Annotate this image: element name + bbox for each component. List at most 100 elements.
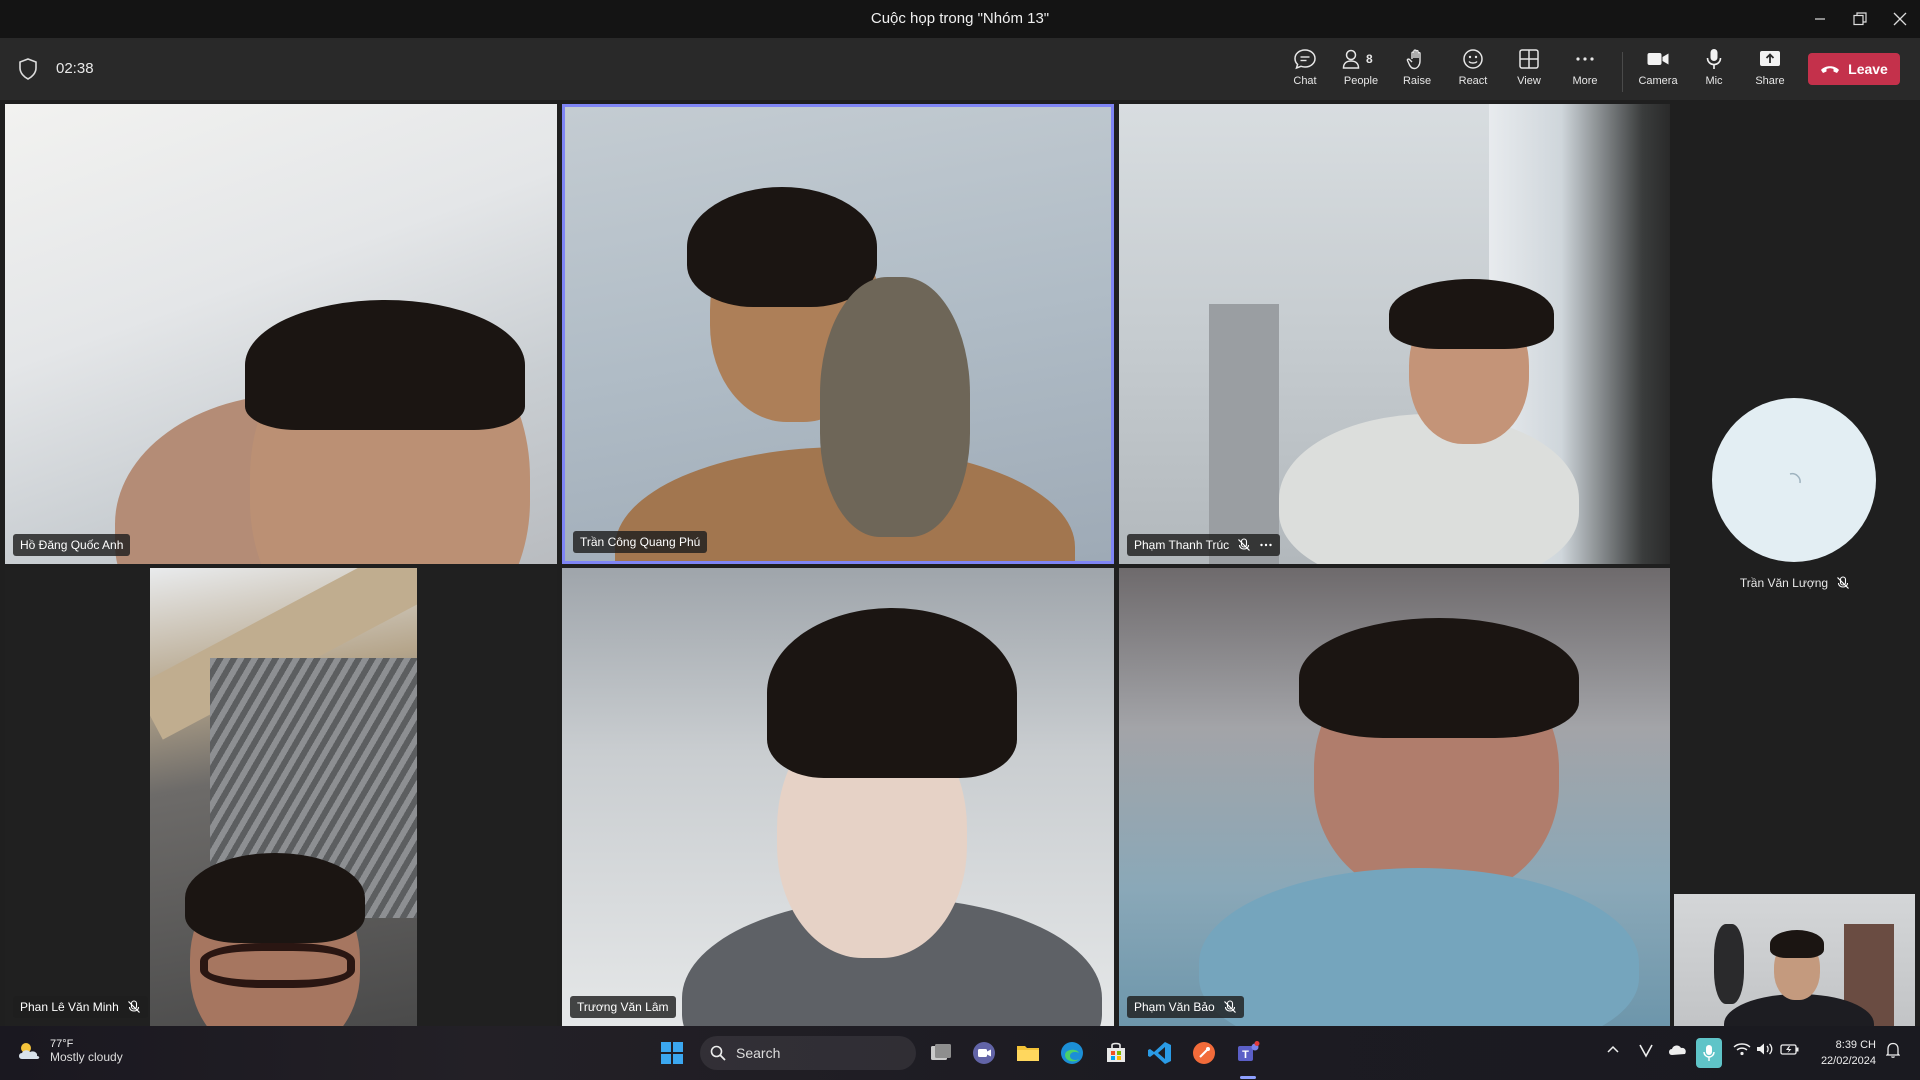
participant-hair bbox=[185, 853, 365, 943]
teams-icon: T bbox=[1238, 1041, 1260, 1061]
participant-name: Phạm Văn Bảo bbox=[1134, 1000, 1215, 1014]
taskbar-search[interactable]: Search bbox=[700, 1036, 916, 1070]
wifi-icon bbox=[1733, 1043, 1751, 1056]
video-tile-active-speaker[interactable]: Trần Công Quang Phú bbox=[562, 104, 1114, 564]
raise-label: Raise bbox=[1402, 75, 1432, 87]
tray-app[interactable] bbox=[1638, 1042, 1654, 1061]
room-shelf bbox=[1209, 304, 1279, 564]
battery-charging-icon bbox=[1780, 1044, 1799, 1055]
camera-button[interactable]: Camera bbox=[1630, 48, 1686, 94]
side-participant-label: Trần Văn Lượng bbox=[1700, 576, 1890, 590]
people-button[interactable]: 8 People bbox=[1333, 48, 1389, 94]
notifications-button[interactable] bbox=[1885, 1042, 1901, 1061]
participant-name: Phan Lê Văn Minh bbox=[20, 1000, 119, 1014]
meet-icon bbox=[973, 1042, 995, 1064]
raise-hand-button[interactable]: Raise bbox=[1389, 48, 1445, 94]
vscode-icon bbox=[1148, 1042, 1171, 1064]
video-tile[interactable]: Hồ Đăng Quốc Anh bbox=[5, 104, 557, 564]
chevron-up-icon bbox=[1607, 1045, 1619, 1053]
grid-view-icon bbox=[1519, 49, 1539, 69]
more-button[interactable]: More bbox=[1557, 48, 1613, 94]
task-view-icon bbox=[931, 1044, 951, 1060]
volume-button[interactable] bbox=[1756, 1042, 1774, 1059]
teams-button[interactable]: T bbox=[1235, 1040, 1261, 1066]
clock-time: 8:39 CH bbox=[1835, 1039, 1876, 1051]
hang-up-icon bbox=[1821, 66, 1840, 73]
close-button[interactable] bbox=[1880, 0, 1920, 38]
participant-name: Trương Văn Lâm bbox=[577, 1000, 669, 1014]
minimize-button[interactable] bbox=[1800, 0, 1840, 38]
more-label: More bbox=[1572, 75, 1598, 87]
meet-app-button[interactable] bbox=[971, 1040, 997, 1066]
mic-off-icon bbox=[127, 1000, 140, 1013]
share-button[interactable]: Share bbox=[1742, 48, 1798, 94]
chat-icon bbox=[1294, 49, 1316, 70]
participant-name-chip: Phạm Văn Bảo bbox=[1127, 996, 1244, 1018]
video-tile[interactable]: Phạm Văn Bảo bbox=[1119, 568, 1670, 1026]
video-tile[interactable]: Phạm Thanh Trúc bbox=[1119, 104, 1670, 564]
network-button[interactable] bbox=[1733, 1042, 1751, 1059]
video-tile[interactable]: Phan Lê Văn Minh bbox=[5, 568, 557, 1026]
people-count: 8 bbox=[1366, 52, 1373, 66]
participant-name-chip: Trần Công Quang Phú bbox=[573, 531, 708, 553]
video-tile[interactable]: Trương Văn Lâm bbox=[562, 568, 1114, 1026]
mic-button[interactable]: Mic bbox=[1686, 48, 1742, 94]
active-app-indicator bbox=[1240, 1076, 1256, 1079]
file-explorer-button[interactable] bbox=[1015, 1040, 1041, 1066]
onedrive-button[interactable] bbox=[1667, 1042, 1687, 1059]
meeting-timer: 02:38 bbox=[56, 60, 94, 77]
participant-video-frame bbox=[150, 568, 417, 1026]
vscode-button[interactable] bbox=[1147, 1040, 1173, 1066]
store-button[interactable] bbox=[1103, 1040, 1129, 1066]
smiley-icon bbox=[1463, 49, 1483, 69]
weather-condition: Mostly cloudy bbox=[50, 1050, 123, 1064]
more-options-icon[interactable] bbox=[1259, 538, 1273, 552]
participant-hair bbox=[1299, 618, 1579, 738]
participant-name: Trần Công Quang Phú bbox=[580, 535, 701, 549]
cloud-icon bbox=[1669, 1045, 1686, 1055]
participant-hair bbox=[1389, 279, 1554, 349]
svg-text:T: T bbox=[1242, 1049, 1249, 1061]
postman-button[interactable] bbox=[1191, 1040, 1217, 1066]
show-hidden-icons[interactable] bbox=[1606, 1042, 1620, 1059]
participant-hair bbox=[687, 187, 877, 307]
mic-off-icon bbox=[1837, 576, 1850, 589]
clock-date: 22/02/2024 bbox=[1820, 1055, 1876, 1067]
microphone-icon bbox=[1706, 49, 1722, 69]
hand-icon bbox=[1406, 49, 1421, 70]
cat bbox=[820, 277, 970, 537]
leave-button[interactable]: Leave bbox=[1808, 53, 1900, 85]
search-icon bbox=[710, 1045, 726, 1061]
participant-name-chip: Phạm Thanh Trúc bbox=[1127, 534, 1281, 556]
weather-widget[interactable]: 77°F Mostly cloudy bbox=[16, 1038, 123, 1064]
view-label: View bbox=[1517, 75, 1541, 87]
react-button[interactable]: React bbox=[1445, 48, 1501, 94]
shield-icon[interactable] bbox=[18, 58, 38, 80]
start-button[interactable] bbox=[659, 1040, 685, 1066]
edge-icon bbox=[1061, 1042, 1083, 1064]
mic-in-use-button[interactable] bbox=[1696, 1038, 1722, 1068]
camera-label: Camera bbox=[1638, 75, 1678, 87]
chat-button[interactable]: Chat bbox=[1277, 48, 1333, 94]
weather-temp: 77°F bbox=[50, 1038, 74, 1050]
system-clock[interactable]: 8:39 CH 22/02/2024 bbox=[1818, 1037, 1876, 1069]
leave-label: Leave bbox=[1848, 61, 1888, 77]
hanging-clothes bbox=[1714, 924, 1744, 1004]
more-dots-icon bbox=[1576, 57, 1594, 61]
title-bar: Cuộc họp trong "Nhóm 13" bbox=[0, 0, 1920, 38]
meeting-toolbar: 02:38 Chat 8 People Raise React View Mor… bbox=[0, 38, 1920, 100]
participant-name: Hồ Đăng Quốc Anh bbox=[20, 538, 124, 552]
people-label: People bbox=[1343, 75, 1379, 87]
react-label: React bbox=[1458, 75, 1488, 87]
participant-avatar[interactable] bbox=[1712, 398, 1876, 562]
v-app-icon bbox=[1639, 1044, 1653, 1058]
restore-button[interactable] bbox=[1840, 0, 1880, 38]
self-video-preview[interactable] bbox=[1674, 894, 1915, 1026]
task-view-button[interactable] bbox=[928, 1040, 954, 1066]
battery-button[interactable] bbox=[1780, 1042, 1800, 1059]
participant-name: Trần Văn Lượng bbox=[1739, 576, 1829, 590]
edge-browser-button[interactable] bbox=[1059, 1040, 1085, 1066]
mic-off-icon bbox=[1238, 538, 1251, 551]
cloudy-weather-icon bbox=[19, 1043, 40, 1059]
view-button[interactable]: View bbox=[1501, 48, 1557, 94]
